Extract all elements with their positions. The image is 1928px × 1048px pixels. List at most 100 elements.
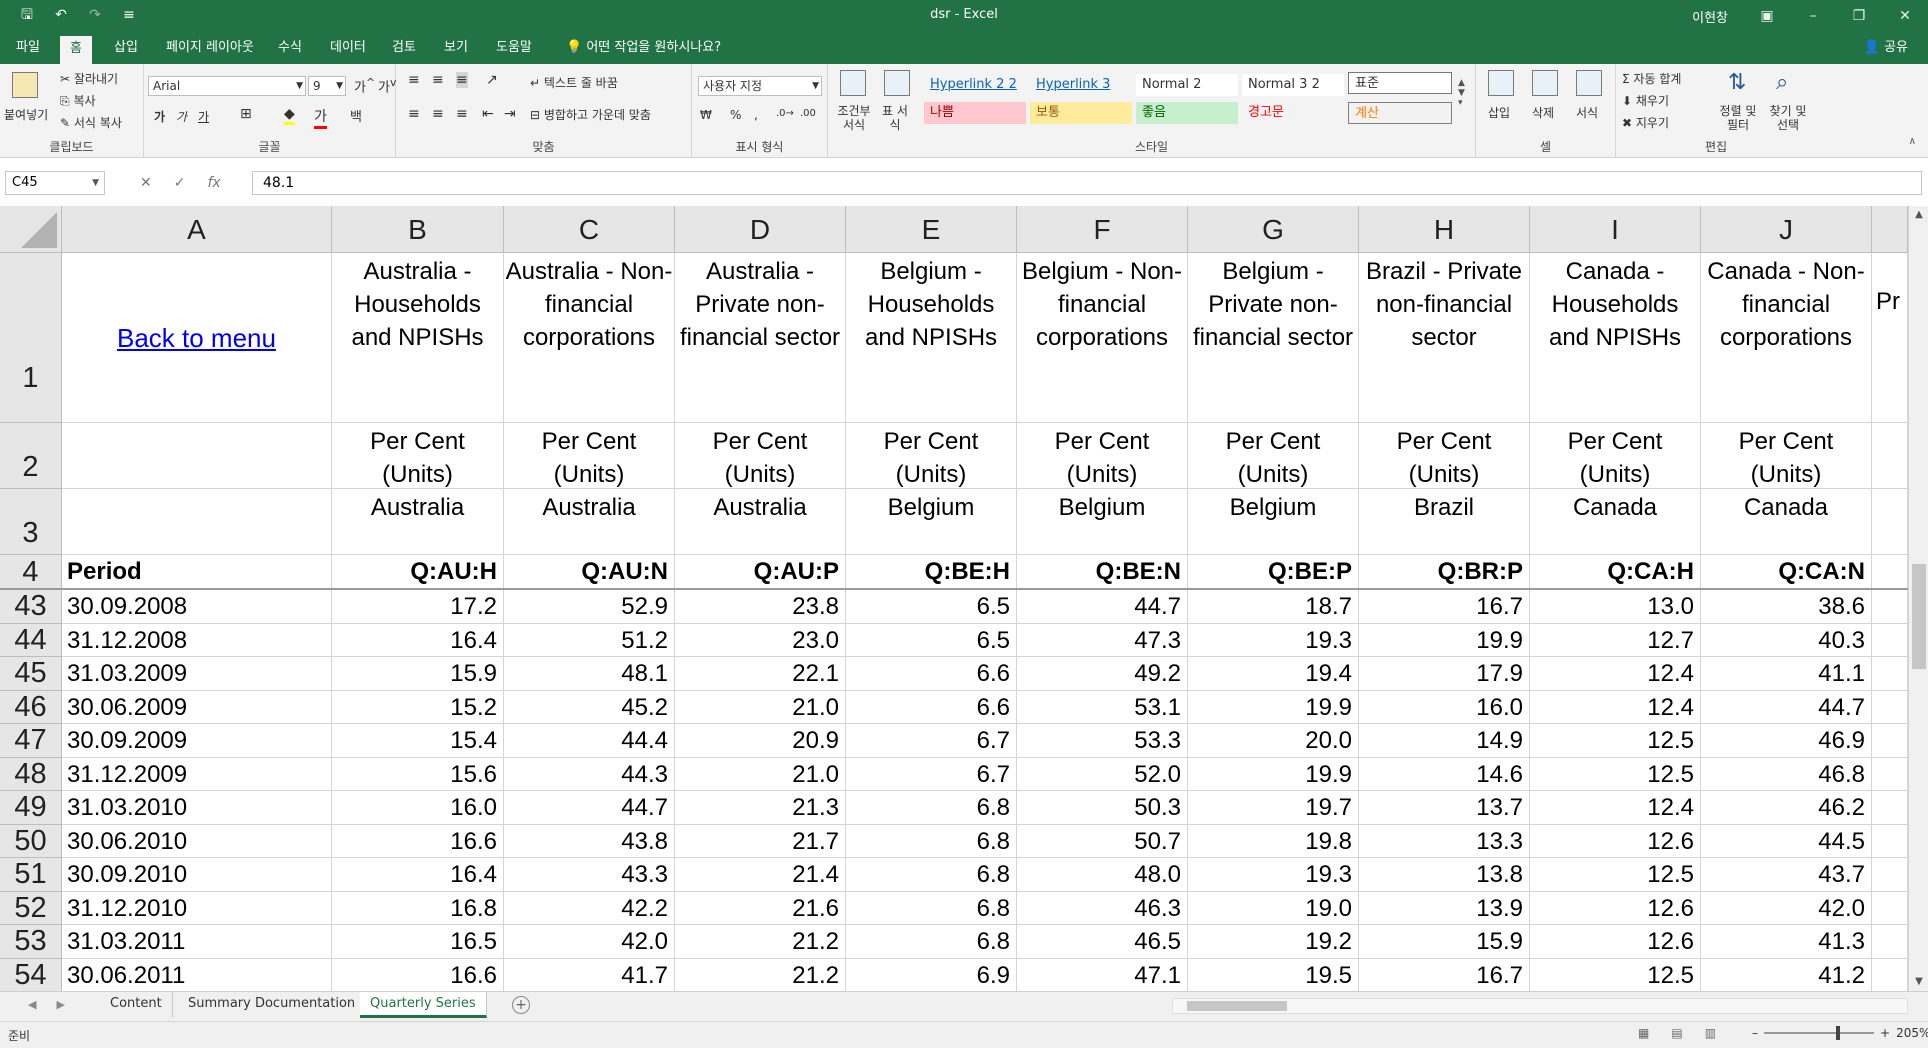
value-cell[interactable]: 19.7 bbox=[1188, 791, 1359, 825]
scroll-up-icon[interactable]: ▲ bbox=[1909, 206, 1928, 224]
value-cell[interactable]: 14.6 bbox=[1359, 757, 1530, 791]
value-cell[interactable]: 42.0 bbox=[1701, 891, 1872, 925]
format-as-table-button[interactable]: 표 서식 bbox=[880, 104, 910, 132]
italic-button[interactable]: 가 bbox=[176, 108, 187, 125]
value-cell-partial[interactable] bbox=[1872, 724, 1908, 758]
value-cell[interactable]: 17.9 bbox=[1359, 657, 1530, 691]
units-cell[interactable]: Per Cent (Units) bbox=[675, 423, 846, 489]
column-header-f[interactable]: F bbox=[1017, 206, 1188, 253]
merge-center-button[interactable]: ⊟ 병합하고 가운데 맞춤 bbox=[530, 106, 651, 123]
column-header-h[interactable]: H bbox=[1359, 206, 1530, 253]
column-header-a[interactable]: A bbox=[62, 206, 332, 253]
value-cell[interactable]: 38.6 bbox=[1701, 590, 1872, 624]
value-cell[interactable]: 19.2 bbox=[1188, 925, 1359, 959]
value-cell[interactable]: 12.5 bbox=[1530, 724, 1701, 758]
value-cell[interactable]: 15.4 bbox=[332, 724, 504, 758]
value-cell[interactable]: 48.0 bbox=[1017, 858, 1188, 892]
units-cell[interactable]: Per Cent (Units) bbox=[846, 423, 1017, 489]
styles-scroll-icon[interactable]: ▲ ▼ ▾ bbox=[1458, 78, 1465, 108]
value-cell[interactable]: 16.7 bbox=[1359, 958, 1530, 991]
insert-cells-button[interactable]: 삽입 bbox=[1488, 104, 1510, 121]
value-cell[interactable]: 46.9 bbox=[1701, 724, 1872, 758]
tab-page-layout[interactable]: 페이지 레이아웃 bbox=[156, 32, 264, 64]
value-cell[interactable]: 21.4 bbox=[675, 858, 846, 892]
column-header-c[interactable]: C bbox=[504, 206, 675, 253]
value-cell[interactable]: 44.7 bbox=[1017, 590, 1188, 624]
series-title[interactable]: Canada - Households and NPISHs bbox=[1530, 253, 1701, 423]
units-cell[interactable]: Per Cent (Units) bbox=[1188, 423, 1359, 489]
style-good[interactable]: 좋음 bbox=[1136, 102, 1238, 124]
units-cell[interactable]: Per Cent (Units) bbox=[1530, 423, 1701, 489]
align-center-icon[interactable]: ≡ bbox=[432, 106, 444, 122]
clear-button[interactable]: ✖ 지우기 bbox=[1622, 114, 1669, 131]
value-cell[interactable]: 19.5 bbox=[1188, 958, 1359, 991]
style-calculation[interactable]: 계산 bbox=[1348, 102, 1452, 124]
value-cell[interactable]: 6.8 bbox=[846, 858, 1017, 892]
value-cell[interactable]: 21.7 bbox=[675, 824, 846, 858]
value-cell[interactable]: 46.2 bbox=[1701, 791, 1872, 825]
row-header[interactable]: 54 bbox=[0, 958, 62, 991]
column-header-i[interactable]: I bbox=[1530, 206, 1701, 253]
value-cell[interactable]: 51.2 bbox=[504, 623, 675, 657]
formula-input[interactable]: 48.1 bbox=[252, 171, 1922, 195]
value-cell[interactable]: 20.9 bbox=[675, 724, 846, 758]
value-cell[interactable]: 15.9 bbox=[332, 657, 504, 691]
font-size-select[interactable]: 9 ▼ bbox=[308, 76, 346, 96]
value-cell[interactable]: 6.8 bbox=[846, 791, 1017, 825]
period-cell[interactable]: 30.09.2010 bbox=[62, 858, 332, 892]
align-left-icon[interactable]: ≡ bbox=[408, 106, 420, 122]
country-cell[interactable]: Brazil bbox=[1359, 489, 1530, 555]
series-title-partial[interactable]: Pr bbox=[1872, 253, 1908, 423]
tab-data[interactable]: 데이터 bbox=[320, 32, 376, 64]
add-sheet-icon[interactable]: + bbox=[512, 996, 530, 1014]
value-cell[interactable]: 14.9 bbox=[1359, 724, 1530, 758]
period-cell[interactable]: 31.12.2008 bbox=[62, 623, 332, 657]
value-cell[interactable]: 16.6 bbox=[332, 958, 504, 991]
value-cell[interactable]: 13.0 bbox=[1530, 590, 1701, 624]
value-cell[interactable]: 12.4 bbox=[1530, 657, 1701, 691]
close-icon[interactable]: ✕ bbox=[1882, 0, 1928, 32]
period-cell[interactable]: 31.12.2009 bbox=[62, 757, 332, 791]
value-cell[interactable]: 6.6 bbox=[846, 690, 1017, 724]
number-format-select[interactable]: 사용자 지정 ▼ bbox=[698, 76, 822, 96]
value-cell[interactable]: 19.4 bbox=[1188, 657, 1359, 691]
value-cell[interactable]: 12.5 bbox=[1530, 757, 1701, 791]
value-cell[interactable]: 41.3 bbox=[1701, 925, 1872, 959]
row-header[interactable]: 46 bbox=[0, 690, 62, 724]
value-cell[interactable]: 12.6 bbox=[1530, 925, 1701, 959]
value-cell[interactable]: 16.4 bbox=[332, 623, 504, 657]
value-cell-partial[interactable] bbox=[1872, 824, 1908, 858]
zoom-level[interactable]: 205% bbox=[1896, 1026, 1928, 1040]
series-code[interactable]: Q:BR:P bbox=[1359, 555, 1530, 589]
value-cell[interactable]: 19.0 bbox=[1188, 891, 1359, 925]
value-cell[interactable]: 13.8 bbox=[1359, 858, 1530, 892]
value-cell[interactable]: 6.7 bbox=[846, 724, 1017, 758]
value-cell[interactable]: 16.4 bbox=[332, 858, 504, 892]
series-title[interactable]: Belgium - Non-financial corporations bbox=[1017, 253, 1188, 423]
underline-button[interactable]: 가 bbox=[198, 108, 209, 125]
sheet-tab-content[interactable]: Content bbox=[100, 992, 173, 1018]
row-header[interactable]: 45 bbox=[0, 657, 62, 691]
value-cell[interactable]: 22.1 bbox=[675, 657, 846, 691]
align-top-icon[interactable]: ≡ bbox=[408, 72, 420, 88]
tab-help[interactable]: 도움말 bbox=[486, 32, 542, 64]
units-cell[interactable]: Per Cent (Units) bbox=[1017, 423, 1188, 489]
series-code[interactable]: Q:CA:N bbox=[1701, 555, 1872, 589]
value-cell[interactable]: 44.7 bbox=[504, 791, 675, 825]
cell-a3[interactable] bbox=[62, 489, 332, 555]
format-cells-button[interactable]: 서식 bbox=[1576, 104, 1598, 121]
value-cell[interactable]: 43.8 bbox=[504, 824, 675, 858]
value-cell[interactable]: 48.1 bbox=[504, 657, 675, 691]
series-title[interactable]: Belgium - Private non-financial sector bbox=[1188, 253, 1359, 423]
align-middle-icon[interactable]: ≡ bbox=[432, 72, 444, 88]
value-cell-partial[interactable] bbox=[1872, 958, 1908, 991]
find-select-button[interactable]: 찾기 및 선택 bbox=[1764, 104, 1812, 132]
cancel-icon[interactable]: ✕ bbox=[140, 171, 152, 195]
value-cell[interactable]: 23.8 bbox=[675, 590, 846, 624]
name-box[interactable]: C45 ▼ bbox=[5, 171, 105, 195]
units-cell[interactable]: Per Cent (Units) bbox=[1359, 423, 1530, 489]
row-header[interactable]: 47 bbox=[0, 724, 62, 758]
country-cell[interactable]: Canada bbox=[1701, 489, 1872, 555]
value-cell-partial[interactable] bbox=[1872, 690, 1908, 724]
value-cell-partial[interactable] bbox=[1872, 623, 1908, 657]
